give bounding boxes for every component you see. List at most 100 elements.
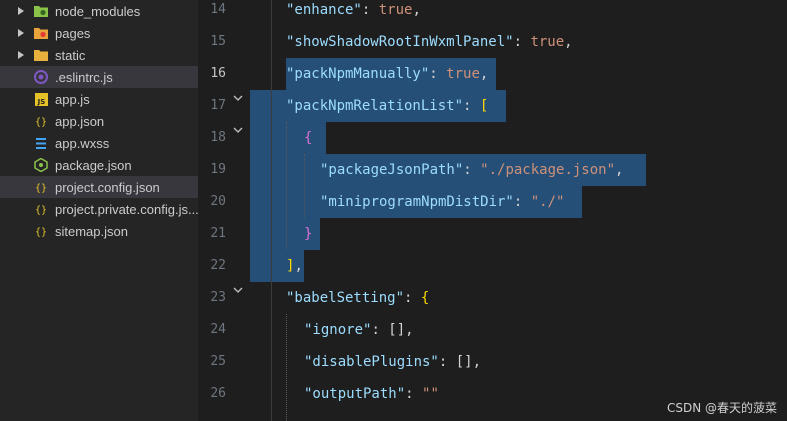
fold-chevron-down-icon[interactable] bbox=[232, 284, 244, 296]
line-number: 22 bbox=[210, 258, 226, 273]
tree-item-label: pages bbox=[55, 25, 91, 41]
json-colon: : bbox=[513, 194, 531, 210]
json-comma: , bbox=[405, 322, 414, 338]
fold-chevron-down-icon[interactable] bbox=[232, 124, 244, 136]
tree-item-package-json[interactable]: package.json bbox=[0, 154, 198, 176]
json-value: true bbox=[530, 34, 565, 50]
json-value: true bbox=[446, 66, 480, 82]
json-value: [] bbox=[388, 322, 406, 338]
eslint-icon bbox=[34, 70, 48, 84]
json-colon: : bbox=[429, 66, 447, 82]
chevron-right-icon[interactable] bbox=[16, 29, 26, 37]
tree-item-project-config-json[interactable]: {} project.config.json bbox=[0, 176, 198, 198]
json-colon: : bbox=[463, 162, 481, 178]
line-number-active: 16 bbox=[210, 66, 226, 81]
code-line-25: "disablePlugins": [], bbox=[304, 346, 481, 378]
tree-item-label: sitemap.json bbox=[55, 223, 128, 239]
tree-item-label: app.wxss bbox=[55, 135, 110, 151]
tree-item-label: project.private.config.js... bbox=[55, 201, 198, 217]
tree-item-app-json[interactable]: {} app.json bbox=[0, 110, 198, 132]
svg-text:{}: {} bbox=[35, 227, 47, 237]
json-colon: : bbox=[371, 322, 389, 338]
json-comma: , bbox=[564, 34, 573, 50]
css-icon bbox=[34, 136, 48, 150]
json-icon: {} bbox=[34, 114, 48, 128]
tree-item-label: project.config.json bbox=[55, 179, 160, 195]
line-number: 25 bbox=[210, 354, 226, 369]
folder-node-icon bbox=[34, 4, 48, 18]
json-colon: : bbox=[463, 98, 480, 114]
line-number: 26 bbox=[210, 386, 226, 401]
json-comma: , bbox=[479, 66, 489, 82]
chevron-right-icon[interactable] bbox=[16, 7, 26, 15]
json-comma: , bbox=[615, 162, 624, 178]
json-value: "" bbox=[422, 386, 439, 402]
tree-item-label: .eslintrc.js bbox=[55, 69, 113, 85]
indent-guide bbox=[286, 122, 287, 250]
svg-text:{}: {} bbox=[35, 183, 47, 193]
line-number: 14 bbox=[210, 2, 226, 17]
tree-item-node-modules[interactable]: node_modules bbox=[0, 0, 198, 22]
tree-item-label: node_modules bbox=[55, 3, 141, 19]
line-number: 21 bbox=[210, 226, 226, 241]
json-icon: {} bbox=[34, 224, 48, 238]
code-editor[interactable]: 14 15 16 17 18 19 20 21 22 23 24 25 26 "… bbox=[198, 0, 787, 421]
svg-text:JS: JS bbox=[36, 98, 45, 106]
json-key: "disablePlugins" bbox=[304, 354, 439, 370]
json-icon: {} bbox=[34, 202, 48, 216]
code-line-23: "babelSetting": { bbox=[286, 282, 429, 314]
tree-item-label: app.json bbox=[55, 113, 105, 129]
code-line-21: } bbox=[304, 218, 312, 250]
code-line-16: "packNpmManually": true, bbox=[286, 58, 488, 90]
open-brace: { bbox=[420, 290, 430, 306]
indent-guide bbox=[286, 314, 287, 421]
json-icon: {} bbox=[34, 180, 48, 194]
code-line-26: "outputPath": "" bbox=[304, 378, 439, 410]
json-key: "babelSetting" bbox=[286, 290, 405, 306]
tree-item-eslintrc[interactable]: .eslintrc.js bbox=[0, 66, 198, 88]
json-value: "./" bbox=[530, 194, 565, 210]
code-line-15: "showShadowRootInWxmlPanel": true, bbox=[286, 26, 573, 58]
json-key: "miniprogramNpmDistDir" bbox=[320, 194, 514, 210]
json-value: [] bbox=[455, 354, 473, 370]
json-comma: , bbox=[412, 2, 421, 18]
json-key: "packNpmRelationList" bbox=[286, 98, 464, 114]
svg-text:{}: {} bbox=[35, 117, 47, 127]
json-key: "packNpmManually" bbox=[286, 66, 430, 82]
tree-item-app-wxss[interactable]: app.wxss bbox=[0, 132, 198, 154]
tree-item-label: static bbox=[55, 47, 86, 63]
code-line-14: "enhance": true, bbox=[286, 0, 421, 26]
json-colon: : bbox=[438, 354, 456, 370]
indent-guide bbox=[304, 154, 305, 218]
tree-item-label: package.json bbox=[55, 157, 132, 173]
json-key: "ignore" bbox=[304, 322, 372, 338]
tree-item-app-js[interactable]: JS app.js bbox=[0, 88, 198, 110]
tree-item-pages[interactable]: pages bbox=[0, 22, 198, 44]
chevron-right-icon[interactable] bbox=[16, 51, 26, 59]
json-colon: : bbox=[361, 2, 379, 18]
json-colon: : bbox=[513, 34, 531, 50]
tree-item-sitemap-json[interactable]: {} sitemap.json bbox=[0, 220, 198, 242]
explorer-sidebar: node_modules pages static .eslintrc.js J… bbox=[0, 0, 198, 421]
fold-chevron-down-icon[interactable] bbox=[232, 92, 244, 104]
folder-pages-icon bbox=[34, 26, 48, 40]
open-bracket: [ bbox=[479, 98, 489, 114]
json-colon: : bbox=[405, 386, 423, 402]
tree-item-label: app.js bbox=[55, 91, 90, 107]
code-line-22: ], bbox=[286, 250, 303, 282]
code-line-19: "packageJsonPath": "./package.json", bbox=[320, 154, 623, 186]
tree-item-static[interactable]: static bbox=[0, 44, 198, 66]
code-line-18: { bbox=[304, 122, 312, 154]
line-number: 19 bbox=[210, 162, 226, 177]
json-comma: , bbox=[294, 258, 303, 274]
json-key: "showShadowRootInWxmlPanel" bbox=[286, 34, 514, 50]
svg-text:{}: {} bbox=[35, 205, 47, 215]
line-number: 18 bbox=[210, 130, 226, 145]
code-line-20: "miniprogramNpmDistDir": "./" bbox=[320, 186, 564, 218]
code-line-24: "ignore": [], bbox=[304, 314, 414, 346]
tree-item-project-private-config[interactable]: {} project.private.config.js... bbox=[0, 198, 198, 220]
line-number: 17 bbox=[210, 98, 226, 113]
gutter-divider bbox=[271, 0, 272, 421]
json-key: "packageJsonPath" bbox=[320, 162, 464, 178]
selection-highlight bbox=[250, 122, 326, 154]
